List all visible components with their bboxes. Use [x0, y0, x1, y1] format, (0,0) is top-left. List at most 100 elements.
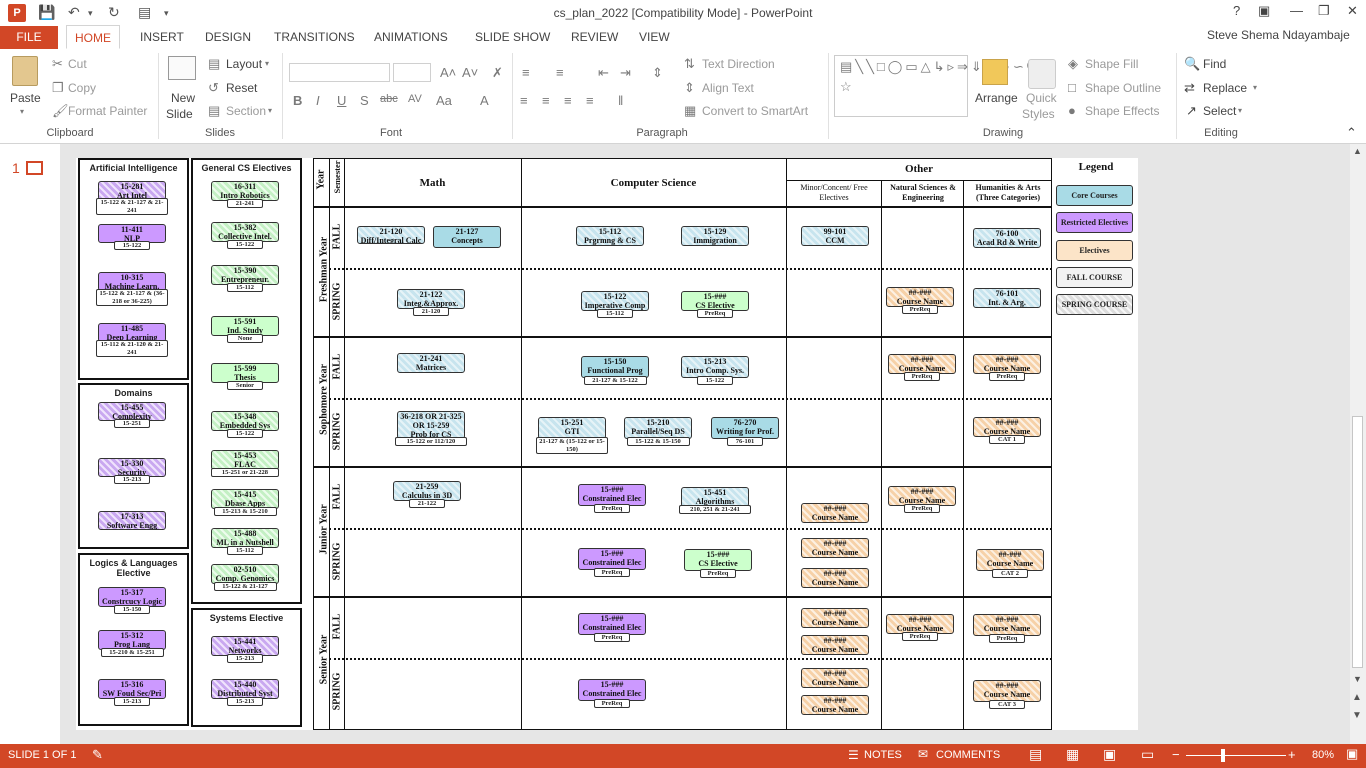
- reading-view-icon[interactable]: ▣: [1103, 746, 1116, 763]
- course-card[interactable]: 15-### CS Elective: [681, 291, 749, 311]
- minimize-icon[interactable]: —: [1290, 3, 1303, 18]
- italic-icon[interactable]: I: [316, 93, 320, 108]
- course-card[interactable]: 21-120 Diff/Integral Calc: [357, 226, 425, 244]
- zoom-out-icon[interactable]: −: [1172, 747, 1180, 762]
- select-dropdown-icon[interactable]: ▾: [1238, 106, 1242, 115]
- tab-slide-show[interactable]: SLIDE SHOW: [475, 30, 550, 44]
- paste-icon[interactable]: [12, 56, 38, 86]
- course-card[interactable]: 15-### CS Elective: [684, 549, 752, 571]
- course-card[interactable]: 15-591 Ind. Study: [211, 316, 279, 336]
- course-card[interactable]: 76-101 Int. & Arg.: [973, 288, 1041, 308]
- clear-format-icon[interactable]: ✗: [492, 65, 503, 81]
- undo-dropdown-icon[interactable]: ▾: [88, 8, 93, 19]
- course-card[interactable]: ##-### Course Name: [801, 608, 869, 628]
- find-button[interactable]: Find: [1203, 57, 1226, 71]
- close-icon[interactable]: ✕: [1347, 3, 1358, 19]
- vertical-scrollbar[interactable]: ▲ ▼ ▲ ▼: [1350, 144, 1366, 744]
- scroll-thumb[interactable]: [1352, 416, 1363, 668]
- arrange-icon[interactable]: [982, 59, 1008, 85]
- font-grow-icon[interactable]: A˄: [440, 65, 456, 80]
- font-family-select[interactable]: [289, 63, 390, 82]
- course-card[interactable]: ##-### Course Name: [801, 635, 869, 655]
- change-case-icon[interactable]: Aa: [436, 93, 452, 108]
- shadow-icon[interactable]: S: [360, 93, 369, 108]
- course-card[interactable]: 15-453 FLAC: [211, 450, 279, 470]
- course-card[interactable]: ##-### Course Name: [801, 568, 869, 588]
- course-card[interactable]: 15-129 Immigration: [681, 226, 749, 246]
- course-card[interactable]: ##-### Course Name: [888, 486, 956, 506]
- scroll-down-icon[interactable]: ▼: [1353, 674, 1362, 684]
- increase-indent-icon[interactable]: ⇥: [620, 65, 631, 81]
- collapse-ribbon-icon[interactable]: ⌃: [1346, 125, 1357, 141]
- save-icon[interactable]: 💾: [38, 4, 55, 21]
- slide[interactable]: Artificial Intelligence Domains Logics &…: [76, 158, 1138, 730]
- course-card[interactable]: 76-270 Writing for Prof.: [711, 417, 779, 439]
- fit-slide-icon[interactable]: ▣: [1346, 746, 1358, 762]
- presentation-icon[interactable]: ▤: [138, 4, 151, 21]
- align-right-icon[interactable]: ≡: [564, 93, 572, 108]
- course-card[interactable]: 21-241 Matrices: [397, 353, 465, 373]
- customize-qat-icon[interactable]: ▾: [164, 8, 169, 19]
- paste-button[interactable]: Paste: [10, 91, 41, 105]
- previous-slide-icon[interactable]: ▲: [1352, 692, 1362, 703]
- layout-button[interactable]: Layout: [226, 57, 262, 71]
- course-card[interactable]: ##-### Course Name: [973, 354, 1041, 374]
- tab-transitions[interactable]: TRANSITIONS: [274, 30, 355, 44]
- course-card[interactable]: 15-112 Prgrmng & CS: [576, 226, 644, 246]
- decrease-indent-icon[interactable]: ⇤: [598, 65, 609, 81]
- strikethrough-icon[interactable]: abc: [380, 93, 398, 105]
- text-direction-button[interactable]: Text Direction: [702, 57, 775, 71]
- course-card[interactable]: 15-### Constrained Elec: [578, 679, 646, 701]
- quick-styles-icon[interactable]: [1028, 59, 1056, 89]
- font-color-icon[interactable]: A: [480, 93, 489, 108]
- course-card[interactable]: 15-150 Functional Prog: [581, 356, 649, 378]
- course-card[interactable]: ##-### Course Name: [973, 614, 1041, 636]
- replace-dropdown-icon[interactable]: ▾: [1253, 83, 1257, 92]
- tab-home[interactable]: HOME: [66, 25, 120, 49]
- normal-view-icon[interactable]: ▤: [1029, 746, 1042, 763]
- font-shrink-icon[interactable]: A˅: [462, 65, 478, 80]
- course-card[interactable]: 15-210 Parallel/Seq DS: [624, 417, 692, 439]
- section-button[interactable]: Section: [226, 104, 266, 118]
- justify-icon[interactable]: ≡: [586, 93, 594, 108]
- tab-review[interactable]: REVIEW: [571, 30, 618, 44]
- convert-smartart-button[interactable]: Convert to SmartArt: [702, 104, 808, 118]
- cut-button[interactable]: Cut: [68, 57, 87, 71]
- course-card[interactable]: ##-### Course Name: [801, 668, 869, 688]
- course-card[interactable]: 99-101 CCM: [801, 226, 869, 246]
- char-spacing-icon[interactable]: AV: [408, 93, 422, 105]
- course-card[interactable]: ##-### Course Name: [886, 614, 954, 634]
- zoom-in-icon[interactable]: +: [1288, 747, 1296, 762]
- course-card[interactable]: 15-213 Intro Comp. Sys.: [681, 356, 749, 378]
- underline-icon[interactable]: U: [337, 93, 346, 108]
- tab-design[interactable]: DESIGN: [205, 30, 251, 44]
- course-card[interactable]: 15-382 Collective Intel.: [211, 222, 279, 242]
- comments-button[interactable]: COMMENTS: [936, 749, 1000, 761]
- course-card[interactable]: 15-451 Algorithms: [681, 487, 749, 507]
- course-card[interactable]: 15-441 Networks: [211, 636, 279, 656]
- course-card[interactable]: ##-### Course Name: [801, 538, 869, 558]
- tab-view[interactable]: VIEW: [639, 30, 670, 44]
- user-name[interactable]: Steve Shema Ndayambaje: [1207, 28, 1350, 42]
- course-card[interactable]: 21-259 Calculus in 3D: [393, 481, 461, 501]
- bold-icon[interactable]: B: [293, 93, 302, 108]
- bullets-icon[interactable]: ≡: [522, 65, 530, 80]
- tab-insert[interactable]: INSERT: [140, 30, 184, 44]
- zoom-slider[interactable]: [1186, 755, 1286, 756]
- course-card[interactable]: 15-### Constrained Elec: [578, 548, 646, 570]
- course-card[interactable]: ##-### Course Name: [973, 680, 1041, 702]
- align-text-button[interactable]: Align Text: [702, 81, 754, 95]
- course-card[interactable]: 15-348 Embedded Sys: [211, 411, 279, 431]
- format-painter-button[interactable]: Format Painter: [68, 104, 147, 118]
- maximize-icon[interactable]: ❐: [1318, 3, 1330, 19]
- course-card[interactable]: 21-122 Integ.&Approx.: [397, 289, 465, 309]
- slide-thumbnail[interactable]: [26, 161, 43, 175]
- course-card[interactable]: ##-### Course Name: [973, 417, 1041, 437]
- course-card[interactable]: 76-100 Acad Rd & Write: [973, 228, 1041, 248]
- tab-file[interactable]: FILE: [0, 26, 58, 49]
- course-card[interactable]: 15-251 GTI: [538, 417, 606, 439]
- align-center-icon[interactable]: ≡: [542, 93, 550, 108]
- shape-effects-button[interactable]: Shape Effects: [1085, 104, 1160, 118]
- ribbon-display-icon[interactable]: ▣: [1258, 3, 1270, 19]
- tab-animations[interactable]: ANIMATIONS: [374, 30, 448, 44]
